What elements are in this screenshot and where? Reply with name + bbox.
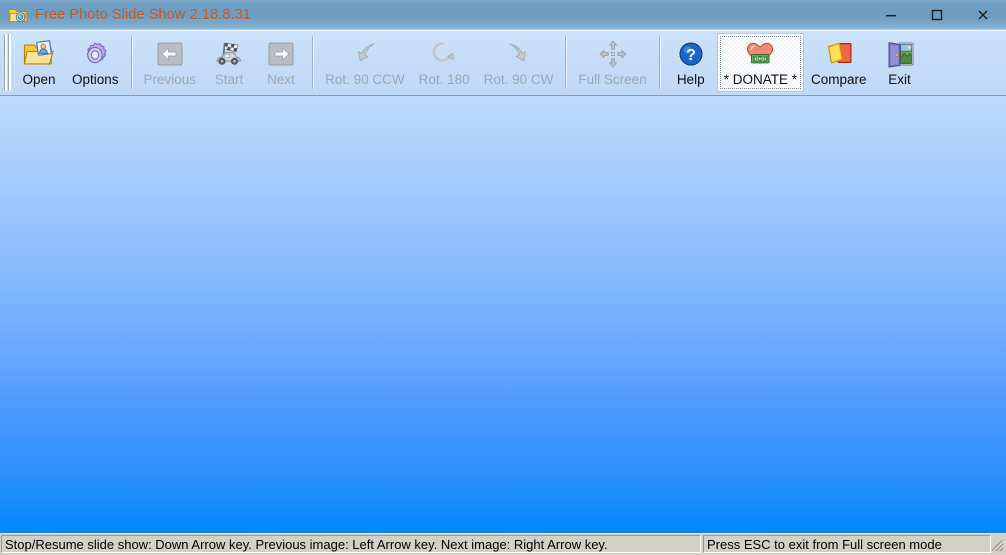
question-mark-icon: ? xyxy=(674,37,708,71)
compare-button-label: Compare xyxy=(811,72,867,87)
help-button[interactable]: ? Help xyxy=(665,33,717,92)
svg-text:?: ? xyxy=(686,47,696,64)
toolbar-separator xyxy=(565,36,566,89)
exit-button[interactable]: Exit xyxy=(874,33,926,92)
gear-icon xyxy=(78,37,112,71)
application-window: Free Photo Slide Show 2.18.8.31 xyxy=(0,0,1006,555)
status-esc-panel: Press ESC to exit from Full screen mode xyxy=(703,535,991,553)
window-controls xyxy=(868,0,1006,30)
toolbar-separator xyxy=(131,36,132,89)
options-button-label: Options xyxy=(72,72,119,87)
compare-button[interactable]: Compare xyxy=(804,33,874,92)
open-button[interactable]: Open xyxy=(13,33,65,92)
main-toolbar: Open Options xyxy=(0,30,1006,96)
race-car-flag-icon xyxy=(212,37,246,71)
start-button-label: Start xyxy=(215,72,244,87)
minimize-icon xyxy=(884,8,898,22)
rotate-left-icon xyxy=(348,37,382,71)
minimize-button[interactable] xyxy=(868,0,914,30)
full-screen-button[interactable]: Full Screen xyxy=(571,33,653,92)
exit-door-icon xyxy=(883,37,917,71)
toolbar-separator xyxy=(312,36,313,89)
rotate-right-icon xyxy=(502,37,536,71)
start-button[interactable]: Start xyxy=(203,33,255,92)
heart-money-icon xyxy=(743,37,777,71)
folder-photo-icon xyxy=(7,4,29,26)
toolbar-separator xyxy=(659,36,660,89)
rotate-90-ccw-label: Rot. 90 CCW xyxy=(325,72,405,87)
next-button-label: Next xyxy=(267,72,295,87)
four-arrows-icon xyxy=(596,37,630,71)
maximize-icon xyxy=(930,8,944,22)
full-screen-label: Full Screen xyxy=(578,72,646,87)
window-title: Free Photo Slide Show 2.18.8.31 xyxy=(35,7,251,23)
options-button[interactable]: Options xyxy=(65,33,126,92)
arrow-right-icon xyxy=(264,37,298,71)
two-cards-icon xyxy=(822,37,856,71)
close-button[interactable] xyxy=(960,0,1006,30)
status-hint-panel: Stop/Resume slide show: Down Arrow key. … xyxy=(1,535,701,553)
previous-button-label: Previous xyxy=(144,72,197,87)
arrow-left-icon xyxy=(153,37,187,71)
photo-display-area[interactable] xyxy=(0,96,1006,533)
title-bar[interactable]: Free Photo Slide Show 2.18.8.31 xyxy=(0,0,1006,30)
toolbar-drag-handle[interactable] xyxy=(2,32,12,93)
resize-grip[interactable] xyxy=(991,535,1005,553)
donate-button[interactable]: * DONATE * xyxy=(717,33,804,92)
next-button[interactable]: Next xyxy=(255,33,307,92)
rotate-180-icon xyxy=(427,37,461,71)
previous-button[interactable]: Previous xyxy=(137,33,204,92)
rotate-180-button[interactable]: Rot. 180 xyxy=(412,33,477,92)
rotate-180-label: Rot. 180 xyxy=(419,72,470,87)
rotate-90-cw-label: Rot. 90 CW xyxy=(484,72,554,87)
rotate-90-cw-button[interactable]: Rot. 90 CW xyxy=(477,33,561,92)
maximize-button[interactable] xyxy=(914,0,960,30)
close-icon xyxy=(976,8,990,22)
status-bar: Stop/Resume slide show: Down Arrow key. … xyxy=(0,533,1006,555)
rotate-90-ccw-button[interactable]: Rot. 90 CCW xyxy=(318,33,412,92)
exit-button-label: Exit xyxy=(888,72,911,87)
open-button-label: Open xyxy=(22,72,55,87)
open-folder-icon xyxy=(22,37,56,71)
donate-button-label: * DONATE * xyxy=(724,72,797,87)
help-button-label: Help xyxy=(677,72,705,87)
